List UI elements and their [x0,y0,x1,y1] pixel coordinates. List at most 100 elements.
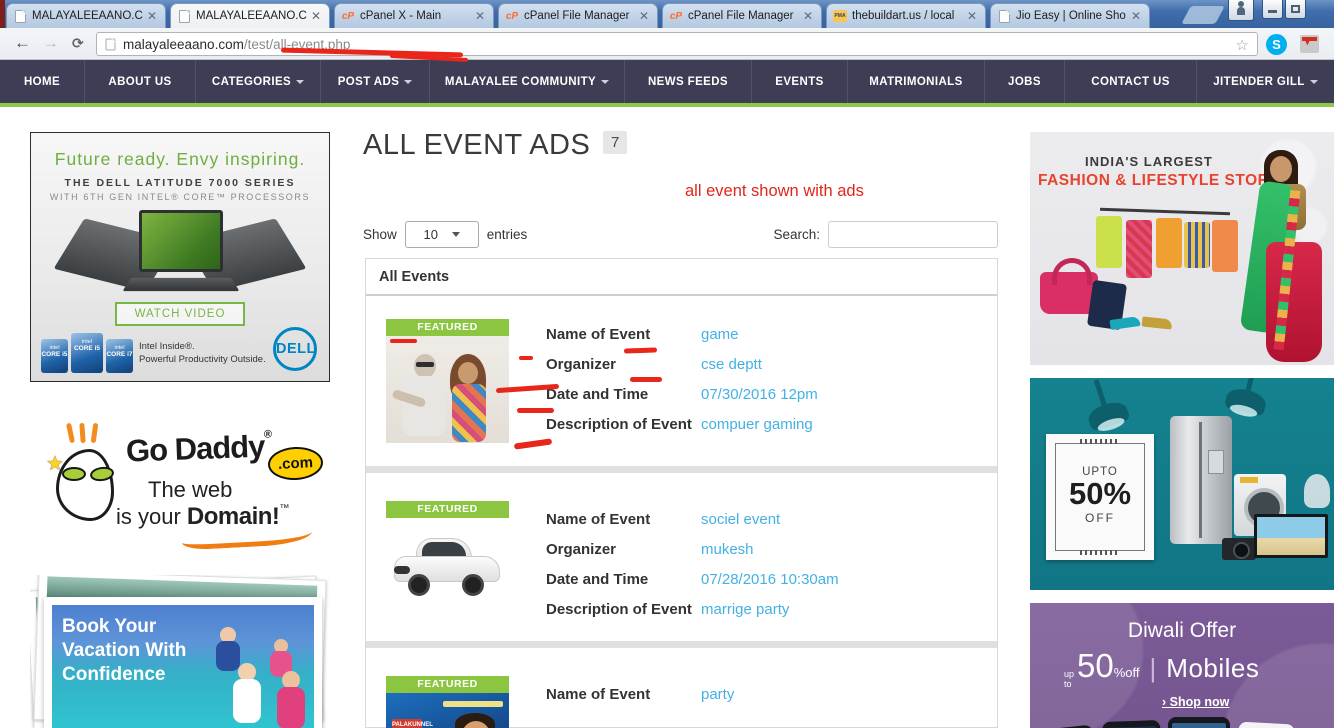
event-row[interactable]: FEATURED Name of Eventgame Organizercse … [366,296,997,466]
chevron-down-icon [452,232,460,237]
fashion-store-ad[interactable]: INDIA'S LARGEST FASHION & LIFESTYLE STOR… [1030,132,1334,365]
godaddy-wordmark: Go Daddy® [125,428,272,469]
tab-strip: MALAYALEEAANO.C ✕ MALAYALEEAANO.C ✕ cP c… [0,0,1334,28]
event-organizer: mukesh [701,541,754,563]
event-datetime: 07/28/2016 10:30am [701,571,839,593]
vacation-photo: Book Your Vacation With Confidence [52,605,314,728]
forward-button[interactable]: → [42,33,59,53]
dell-logo: DELL [273,327,317,371]
desktop-edge-sliver [0,0,5,28]
orange-swoosh [182,532,312,551]
address-bar[interactable]: malayaleeaano.com/test/all-event.php ☆ [96,32,1258,56]
vacation-banner-ad[interactable]: Book Your Vacation With Confidence [30,575,330,728]
camera-image [1222,538,1256,560]
event-count-badge: 7 [603,131,627,154]
event-datetime: 07/30/2016 12pm [701,386,818,408]
nav-about-us[interactable]: ABOUT US [85,60,196,103]
marker-stroke [630,377,662,382]
tab-close-icon[interactable]: ✕ [965,9,979,23]
nav-categories[interactable]: CATEGORIES [196,60,321,103]
nav-events[interactable]: EVENTS [752,60,848,103]
tab-title: MALAYALEEAANO.C [32,10,145,22]
annotation-note-text: all event shown with ads [685,182,864,201]
event-photo-car [386,518,509,625]
event-image[interactable]: FEATURED [386,319,509,443]
chevron-down-icon [404,80,412,84]
minimize-button[interactable] [1262,0,1283,19]
tab-cpanel-filemanager-2[interactable]: cP cPanel File Manager ✕ [662,3,822,28]
phpmyadmin-favicon-icon: PMA [833,9,847,23]
event-name-link[interactable]: sociel event [701,511,780,533]
dell-banner-ad[interactable]: Future ready. Envy inspiring. THE DELL L… [30,132,330,382]
tab-title: thebuildart.us / local [852,10,965,22]
show-label: Show [363,227,397,242]
shop-now-link[interactable]: › Shop now [1162,695,1229,709]
model-image [1242,150,1328,365]
chevron-down-icon [296,80,304,84]
tab-close-icon[interactable]: ✕ [1129,9,1143,23]
field-label: Name of Event [546,326,701,348]
marker-stroke [390,339,417,343]
person-icon [1237,7,1245,15]
discount-card: UPTO 50% OFF [1046,434,1154,560]
nav-contact-us[interactable]: CONTACT US [1065,60,1197,103]
featured-badge: FEATURED [386,319,509,336]
bookmark-star-icon[interactable]: ☆ [1236,36,1249,54]
page-favicon-icon [13,9,27,23]
fashion-ad-line1: INDIA'S LARGEST [1085,154,1213,169]
tab-title: cPanel X - Main [360,10,473,22]
event-row[interactable]: FEATURED Name of Eventsociel event Organ… [366,466,997,641]
event-image[interactable]: FEATURED PALAKUNNEL [386,676,509,728]
refrigerator-image [1170,416,1232,544]
new-tab-button[interactable] [1181,6,1225,24]
tab-close-icon[interactable]: ✕ [473,9,487,23]
featured-badge: FEATURED [386,676,509,693]
profile-button[interactable] [1228,0,1254,21]
field-label: Name of Event [546,511,701,533]
events-table: All Events FEATURED Name of Eventgame Or… [365,258,998,728]
appliances-sale-ad[interactable]: UPTO 50% OFF [1030,378,1334,590]
search-input[interactable] [828,221,998,248]
tab-jio-easy[interactable]: Jio Easy | Online Sho ✕ [990,3,1150,28]
entries-label: entries [487,227,528,242]
event-description: compuer gaming [701,416,813,438]
page-size-select[interactable]: 10 [405,221,479,248]
nav-user-jitender-gill[interactable]: JITENDER GILL [1197,60,1334,103]
watch-video-button[interactable]: WATCH VIDEO [115,302,246,326]
page-content: Future ready. Envy inspiring. THE DELL L… [0,107,1334,728]
back-button[interactable]: ← [14,33,31,53]
clothes-rail [1100,208,1230,216]
tab-cpanel-main[interactable]: cP cPanel X - Main ✕ [334,3,494,28]
tv-image [1254,514,1328,558]
tab-close-icon[interactable]: ✕ [637,9,651,23]
nav-post-ads[interactable]: POST ADS [321,60,430,103]
pdf-extension-icon[interactable] [1300,35,1319,53]
nav-malayalee-community[interactable]: MALAYALEE COMMUNITY [430,60,625,103]
godaddy-mascot-icon: ★ [46,423,124,527]
nav-matrimonials[interactable]: MATRIMONIALS [848,60,985,103]
nav-home[interactable]: HOME [0,60,85,103]
nav-jobs[interactable]: JOBS [985,60,1065,103]
godaddy-tagline1: The web [148,477,232,503]
event-name-link[interactable]: game [701,326,739,348]
event-row[interactable]: FEATURED PALAKUNNEL Name of Eventparty [366,641,997,728]
nav-news-feeds[interactable]: NEWS FEEDS [625,60,752,103]
tab-cpanel-filemanager-1[interactable]: cP cPanel File Manager ✕ [498,3,658,28]
refresh-button[interactable]: ⟳ [72,35,84,52]
event-image[interactable]: FEATURED [386,501,509,625]
event-name-link[interactable]: party [701,686,734,708]
phones-image [1040,717,1324,728]
tab-malayaleeaano-2-active[interactable]: MALAYALEEAANO.C ✕ [170,3,330,28]
tab-title: cPanel File Manager [688,10,801,22]
maximize-button[interactable] [1285,0,1306,19]
skype-extension-icon[interactable]: S [1266,34,1287,55]
tab-close-icon[interactable]: ✕ [145,9,159,23]
tab-malayaleeaano-1[interactable]: MALAYALEEAANO.C ✕ [6,3,166,28]
tab-phpmyadmin[interactable]: PMA thebuildart.us / local ✕ [826,3,986,28]
godaddy-banner-ad[interactable]: ★ Go Daddy® .com The web is your Domain!… [30,395,330,563]
tab-close-icon[interactable]: ✕ [309,9,323,23]
diwali-mobiles-ad[interactable]: Diwali Offer upto 50 %off | Mobiles › Sh… [1030,603,1334,728]
event-description: marrige party [701,601,789,623]
tab-close-icon[interactable]: ✕ [801,9,815,23]
godaddy-tagline2: is your Domain!™ [116,503,289,531]
